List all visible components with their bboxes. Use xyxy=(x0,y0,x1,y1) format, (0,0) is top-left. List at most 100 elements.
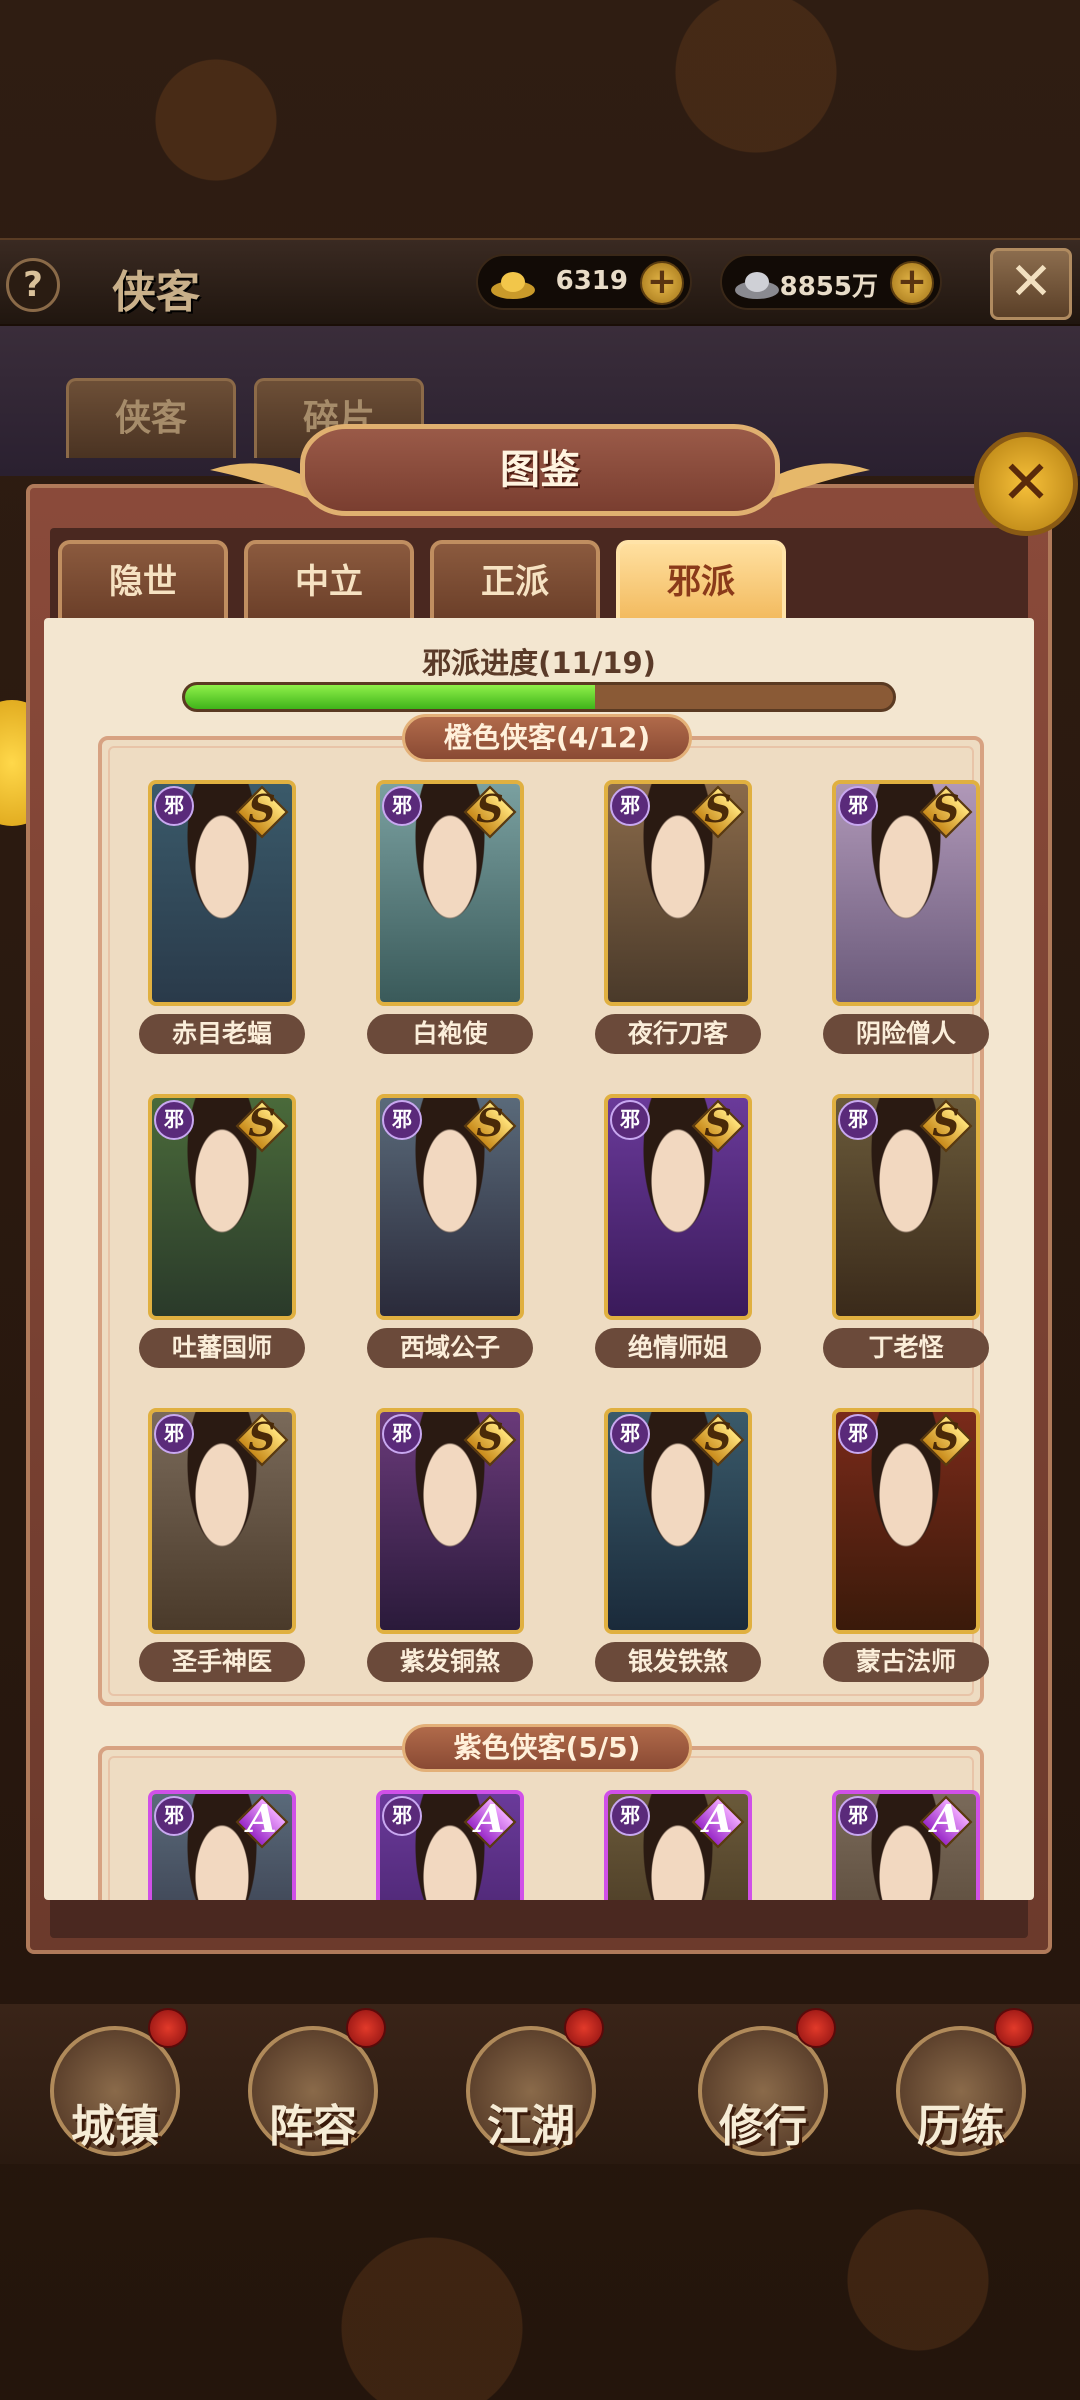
hero-card[interactable]: 邪A xyxy=(122,1790,312,1900)
hero-card[interactable]: 邪 S 夜行刀客 xyxy=(578,780,768,1064)
dialog-title: 图鉴 xyxy=(300,424,780,516)
hero-card[interactable]: 邪 S 圣手神医 xyxy=(122,1408,312,1692)
gold-ingot-icon xyxy=(491,272,535,299)
orange-heroes-section: 橙色侠客(4/12) 邪 S 赤目老蝠邪 S 白袍使邪 S 夜行刀客邪 S 阴险僧人邪 S 吐蕃国师… xyxy=(98,714,989,1706)
nav-trials[interactable]: 历练 xyxy=(886,2008,1036,2160)
close-icon: ✕ xyxy=(1009,252,1053,312)
hero-portrait-frame: 邪S xyxy=(604,780,752,1006)
faction-badge: 邪 xyxy=(154,1796,194,1836)
hero-card[interactable]: 邪A xyxy=(578,1790,768,1900)
gold-ingot-counter: 6319 + xyxy=(476,254,692,310)
notification-dot xyxy=(796,2008,836,2048)
dialog-close-button[interactable]: ✕ xyxy=(974,432,1078,536)
nav-lineup[interactable]: 阵容 xyxy=(238,2008,388,2160)
hero-name: 吐蕃国师 xyxy=(171,1333,272,1362)
rank-letter: S xyxy=(476,1100,504,1145)
hero-name-plate: 圣手神医 xyxy=(139,1642,305,1682)
progress-fill xyxy=(185,685,595,709)
faction-badge: 邪 xyxy=(838,1414,878,1454)
nav-town[interactable]: 城镇 xyxy=(40,2008,190,2160)
help-button[interactable]: ? xyxy=(6,258,60,312)
section-header: 橙色侠客(4/12) xyxy=(402,714,692,762)
rank-letter: A xyxy=(931,1796,961,1841)
hero-name-plate: 绝情师姐 xyxy=(595,1328,761,1368)
hero-portrait-frame: 邪S xyxy=(832,1094,980,1320)
hero-card[interactable]: 邪 S 西域公子 xyxy=(350,1094,540,1378)
rank-letter: S xyxy=(932,786,960,831)
tab-heroes[interactable]: 侠客 xyxy=(66,378,236,458)
faction-badge: 邪 xyxy=(838,1100,878,1140)
rank-letter: A xyxy=(475,1796,505,1841)
hero-card[interactable]: 邪 S 绝情师姐 xyxy=(578,1094,768,1378)
close-screen-button[interactable]: ✕ xyxy=(990,248,1072,320)
section-header: 紫色侠客(5/5) xyxy=(402,1724,692,1772)
faction-badge: 邪 xyxy=(838,1796,878,1836)
notification-dot xyxy=(994,2008,1034,2048)
rank-letter: S xyxy=(932,1414,960,1459)
rank-letter: A xyxy=(247,1796,277,1841)
hero-name: 丁老怪 xyxy=(868,1333,944,1362)
hero-portrait-frame: 邪S xyxy=(148,1408,296,1634)
tab-evil[interactable]: 邪派 xyxy=(616,540,786,622)
faction-badge: 邪 xyxy=(154,786,194,826)
hero-card[interactable]: 邪 S 丁老怪 xyxy=(806,1094,996,1378)
tab-label: 中立 xyxy=(295,562,363,602)
hero-name-plate: 赤目老蝠 xyxy=(139,1014,305,1054)
hero-name-plate: 紫发铜煞 xyxy=(367,1642,533,1682)
tab-label: 邪派 xyxy=(667,562,735,602)
codex-content: 邪派进度(11/19) 橙色侠客(4/12) 邪 S 赤目老蝠邪 S 白袍使邪 S 夜行刀客… xyxy=(44,618,1034,1900)
hero-card[interactable]: 邪A xyxy=(806,1790,996,1900)
rank-letter: S xyxy=(248,1414,276,1459)
hero-card[interactable]: 邪 S 阴险僧人 xyxy=(806,780,996,1064)
hero-portrait-frame: 邪A xyxy=(376,1790,524,1900)
add-silver-button[interactable]: + xyxy=(890,261,934,305)
tab-neutral[interactable]: 中立 xyxy=(244,540,414,622)
hero-portrait-frame: 邪A xyxy=(832,1790,980,1900)
tab-righteous[interactable]: 正派 xyxy=(430,540,600,622)
hero-card[interactable]: 邪 S 银发铁煞 xyxy=(578,1408,768,1692)
faction-badge: 邪 xyxy=(610,786,650,826)
nav-label: 历练 xyxy=(917,2101,1005,2152)
notification-dot xyxy=(346,2008,386,2048)
faction-badge: 邪 xyxy=(610,1414,650,1454)
nav-label: 江湖 xyxy=(487,2101,575,2152)
hero-card[interactable]: 邪A xyxy=(350,1790,540,1900)
faction-badge: 邪 xyxy=(154,1414,194,1454)
notification-dot xyxy=(148,2008,188,2048)
hero-name-plate: 白袍使 xyxy=(367,1014,533,1054)
tab-label: 隐世 xyxy=(109,562,177,602)
hero-portrait-frame: 邪S xyxy=(376,780,524,1006)
section-title: 橙色侠客(4/12) xyxy=(443,721,651,754)
hero-card[interactable]: 邪 S 赤目老蝠 xyxy=(122,780,312,1064)
tab-hidden[interactable]: 隐世 xyxy=(58,540,228,622)
purple-heroes-section: 紫色侠客(5/5) 邪A邪A邪A邪A xyxy=(98,1724,984,1900)
dialog-title-text: 图鉴 xyxy=(500,446,580,493)
hero-card[interactable]: 邪 S 蒙古法师 xyxy=(806,1408,996,1692)
hero-portrait-frame: 邪S xyxy=(376,1094,524,1320)
progress-bar xyxy=(182,682,896,712)
silver-value: 8855万 xyxy=(779,272,878,302)
faction-badge: 邪 xyxy=(154,1100,194,1140)
faction-badge: 邪 xyxy=(610,1796,650,1836)
nav-jianghu[interactable]: 江湖 xyxy=(456,2008,606,2160)
hero-portrait-frame: 邪S xyxy=(148,1094,296,1320)
add-gold-button[interactable]: + xyxy=(640,261,684,305)
hero-name-plate: 丁老怪 xyxy=(823,1328,989,1368)
rank-letter: A xyxy=(703,1796,733,1841)
rank-letter: S xyxy=(704,786,732,831)
rank-letter: S xyxy=(248,786,276,831)
hero-name: 白袍使 xyxy=(412,1019,488,1048)
hero-card[interactable]: 邪 S 白袍使 xyxy=(350,780,540,1064)
silver-ingot-counter: 8855万 + xyxy=(720,254,942,310)
hero-card[interactable]: 邪 S 吐蕃国师 xyxy=(122,1094,312,1378)
faction-badge: 邪 xyxy=(382,786,422,826)
hero-name: 阴险僧人 xyxy=(855,1019,956,1048)
tab-label: 正派 xyxy=(481,562,549,602)
rank-letter: S xyxy=(248,1100,276,1145)
hero-name-plate: 夜行刀客 xyxy=(595,1014,761,1054)
nav-cultivation[interactable]: 修行 xyxy=(688,2008,838,2160)
close-icon: ✕ xyxy=(1000,448,1052,518)
hero-card[interactable]: 邪 S 紫发铜煞 xyxy=(350,1408,540,1692)
hero-portrait-frame: 邪S xyxy=(376,1408,524,1634)
hero-portrait-frame: 邪S xyxy=(832,780,980,1006)
